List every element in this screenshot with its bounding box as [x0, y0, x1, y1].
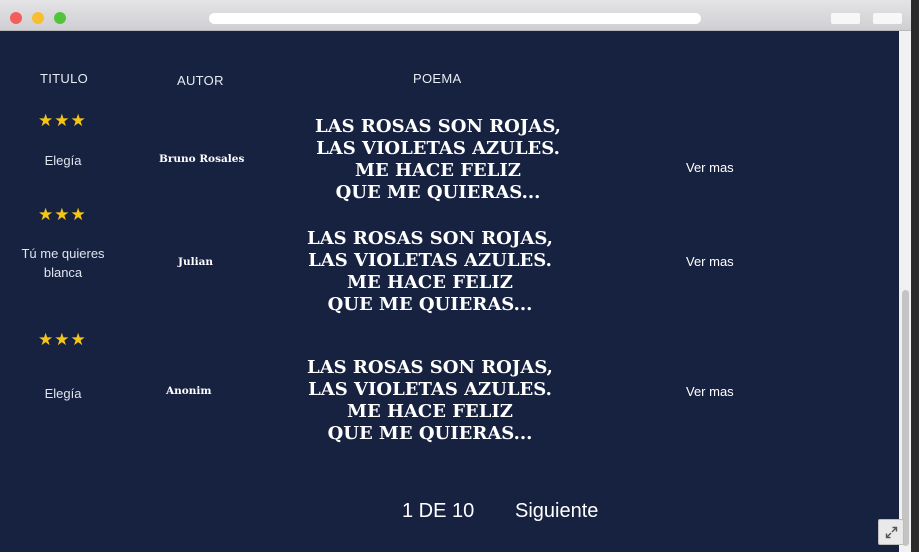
poem-line: ME HACE FELIZ — [347, 272, 513, 293]
poem-author: Julian — [178, 256, 214, 268]
poem-line: ME HACE FELIZ — [347, 401, 513, 422]
page-indicator: 1 DE 10 — [402, 500, 475, 522]
address-bar[interactable] — [209, 13, 701, 24]
poem-line: LAS ROSAS SON ROJAS, — [307, 228, 553, 249]
maximize-window-button[interactable] — [54, 12, 66, 24]
poem-text: LAS ROSAS SON ROJAS, LAS VIOLETAS AZULES… — [280, 357, 580, 445]
poem-line: LAS ROSAS SON ROJAS, — [307, 357, 553, 378]
poem-text: LAS ROSAS SON ROJAS, LAS VIOLETAS AZULES… — [288, 116, 588, 204]
column-header-autor: AUTOR — [177, 73, 224, 88]
poem-line: LAS VIOLETAS AZULES. — [308, 250, 552, 271]
poem-line: QUE ME QUIERAS... — [335, 182, 541, 203]
column-header-titulo: TITULO — [40, 71, 89, 86]
poem-line: QUE ME QUIERAS... — [327, 423, 533, 444]
window-frame — [911, 0, 919, 552]
ver-mas-link[interactable]: Ver mas — [686, 254, 734, 269]
close-window-button[interactable] — [10, 12, 22, 24]
expand-button[interactable] — [878, 519, 904, 545]
poem-title: Elegía — [44, 153, 82, 168]
poem-author: Bruno Rosales — [159, 153, 245, 165]
ver-mas-link[interactable]: Ver mas — [686, 384, 734, 399]
poem-author: Anonim — [166, 385, 212, 397]
poems-page: TITULO AUTOR POEMA ★★★ Elegía Bruno Rosa… — [0, 31, 911, 552]
poem-line: LAS VIOLETAS AZULES. — [308, 379, 552, 400]
toolbar-button[interactable] — [831, 13, 860, 24]
ver-mas-link[interactable]: Ver mas — [686, 160, 734, 175]
star-rating: ★★★ — [38, 205, 87, 224]
poem-title: Elegía — [44, 386, 82, 401]
toolbar-button[interactable] — [873, 13, 902, 24]
next-page-button[interactable]: Siguiente — [515, 500, 598, 523]
poem-title: Tú me quieres blanca — [21, 246, 105, 280]
poem-line: LAS ROSAS SON ROJAS, — [315, 116, 561, 137]
expand-icon — [885, 526, 898, 539]
browser-titlebar — [0, 0, 911, 31]
minimize-window-button[interactable] — [32, 12, 44, 24]
scrollbar-thumb[interactable] — [902, 290, 909, 546]
poem-text: LAS ROSAS SON ROJAS, LAS VIOLETAS AZULES… — [280, 228, 580, 316]
poem-line: QUE ME QUIERAS... — [327, 294, 533, 315]
poem-line: ME HACE FELIZ — [355, 160, 521, 181]
poem-line: LAS VIOLETAS AZULES. — [316, 138, 560, 159]
star-rating: ★★★ — [38, 111, 87, 130]
column-header-poema: POEMA — [413, 71, 462, 86]
star-rating: ★★★ — [38, 330, 87, 349]
